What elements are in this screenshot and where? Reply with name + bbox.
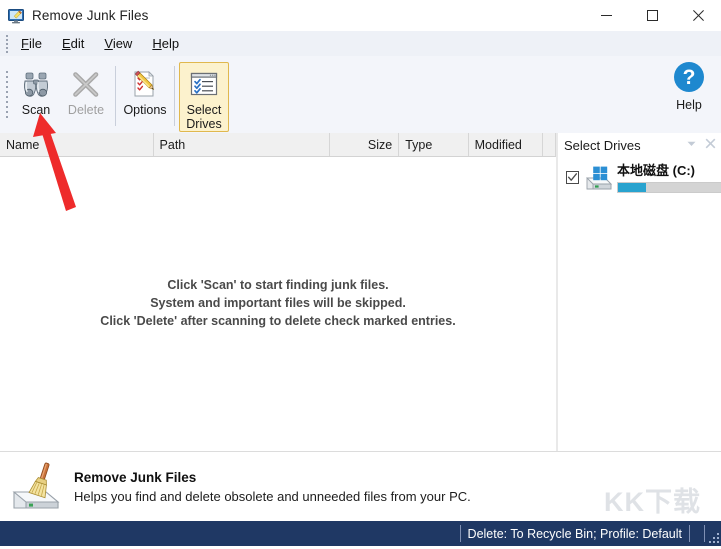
app-icon <box>8 8 24 24</box>
file-list-body[interactable]: Click 'Scan' to start finding junk files… <box>0 157 556 451</box>
drive-list-item[interactable]: 本地磁盘 (C:) <box>558 157 721 193</box>
window-title: Remove Junk Files <box>32 8 149 23</box>
options-button[interactable]: Options <box>120 62 170 124</box>
toolbar-gripper[interactable] <box>2 59 11 129</box>
question-circle-icon: ? <box>673 61 705 96</box>
select-drives-panel-title: Select Drives <box>564 137 641 153</box>
window-controls <box>583 0 721 31</box>
binoculars-icon <box>20 68 52 100</box>
toolbar-separator-1 <box>115 66 116 126</box>
status-message: Delete: To Recycle Bin; Profile: Default <box>467 526 682 541</box>
maximize-button[interactable] <box>629 0 675 31</box>
help-button[interactable]: ? Help <box>665 61 713 112</box>
menu-item-edit[interactable]: Edit <box>52 33 94 54</box>
select-drives-panel-header: Select Drives <box>558 133 721 157</box>
menu-file-rest: ile <box>28 36 42 51</box>
select-drives-button[interactable]: Select Drives <box>179 62 229 132</box>
close-icon[interactable] <box>705 138 716 152</box>
help-button-label: Help <box>676 98 702 112</box>
options-button-label: Options <box>123 103 167 117</box>
menu-item-help[interactable]: Help <box>142 33 189 54</box>
watermark: KK下载 <box>604 487 701 517</box>
application-window: Remove Junk Files File Edit View Help Sc… <box>0 0 721 546</box>
menubar-gripper[interactable] <box>2 31 11 56</box>
delete-button: Delete <box>61 62 111 124</box>
close-button[interactable] <box>675 0 721 31</box>
menu-item-view[interactable]: View <box>94 33 142 54</box>
drive-usage-fill <box>618 183 646 192</box>
column-header-path[interactable]: Path <box>154 133 330 156</box>
menu-item-file[interactable]: File <box>11 33 52 54</box>
svg-text:?: ? <box>683 66 696 89</box>
select-drives-panel-actions <box>686 133 716 157</box>
drive-name-label: 本地磁盘 (C:) <box>617 163 695 178</box>
menu-view-rest: iew <box>112 36 133 51</box>
broom-drive-icon <box>10 462 66 512</box>
drive-info: 本地磁盘 (C:) <box>617 163 721 193</box>
status-left-text <box>0 521 460 546</box>
select-drives-panel: Select Drives 本地磁盘 (C:) <box>558 133 721 451</box>
drive-usage-bar <box>617 182 721 193</box>
select-drives-label-line2: Drives <box>186 117 222 131</box>
chevron-down-icon[interactable] <box>686 138 697 152</box>
select-drives-label-line1: Select <box>186 103 222 117</box>
empty-list-hint: Click 'Scan' to start finding junk files… <box>0 276 556 330</box>
title-bar: Remove Junk Files <box>0 0 721 32</box>
windows-drive-icon <box>584 166 614 192</box>
toolbar: Scan Delete Options Select Drives ? Help <box>0 56 721 134</box>
delete-button-label: Delete <box>67 103 105 117</box>
toolbar-separator-2 <box>174 66 175 126</box>
column-header-type[interactable]: Type <box>399 133 469 156</box>
column-header-name[interactable]: Name <box>0 133 154 156</box>
file-list-header: Name Path Size Type Modified <box>0 133 556 157</box>
column-header-filler <box>543 133 556 156</box>
select-drives-button-label: Select Drives <box>186 103 221 131</box>
minimize-button[interactable] <box>583 0 629 31</box>
menu-bar: File Edit View Help <box>0 31 721 56</box>
status-divider-2 <box>689 525 690 542</box>
info-panel-description: Helps you find and delete obsolete and u… <box>74 488 471 504</box>
scan-button-label: Scan <box>21 103 51 117</box>
empty-hint-line-3: Click 'Delete' after scanning to delete … <box>100 314 456 328</box>
info-panel-text: Remove Junk Files Helps you find and del… <box>74 468 471 506</box>
select-drives-panel-body: 本地磁盘 (C:) <box>558 157 721 451</box>
scan-button[interactable]: Scan <box>11 62 61 124</box>
resize-grip-icon[interactable] <box>705 521 721 546</box>
menu-help-rest: elp <box>161 36 180 51</box>
info-panel-title: Remove Junk Files <box>74 469 197 485</box>
status-bar: Delete: To Recycle Bin; Profile: Default <box>0 521 721 546</box>
column-header-modified[interactable]: Modified <box>469 133 543 156</box>
pencil-paper-icon <box>129 68 161 100</box>
menu-edit-rest: dit <box>70 36 85 51</box>
checklist-window-icon <box>188 68 220 100</box>
column-header-size[interactable]: Size <box>330 133 400 156</box>
x-cross-icon <box>70 68 102 100</box>
empty-hint-line-1: Click 'Scan' to start finding junk files… <box>167 278 389 292</box>
empty-hint-line-2: System and important files will be skipp… <box>150 296 406 310</box>
drive-checkbox[interactable] <box>566 171 579 184</box>
